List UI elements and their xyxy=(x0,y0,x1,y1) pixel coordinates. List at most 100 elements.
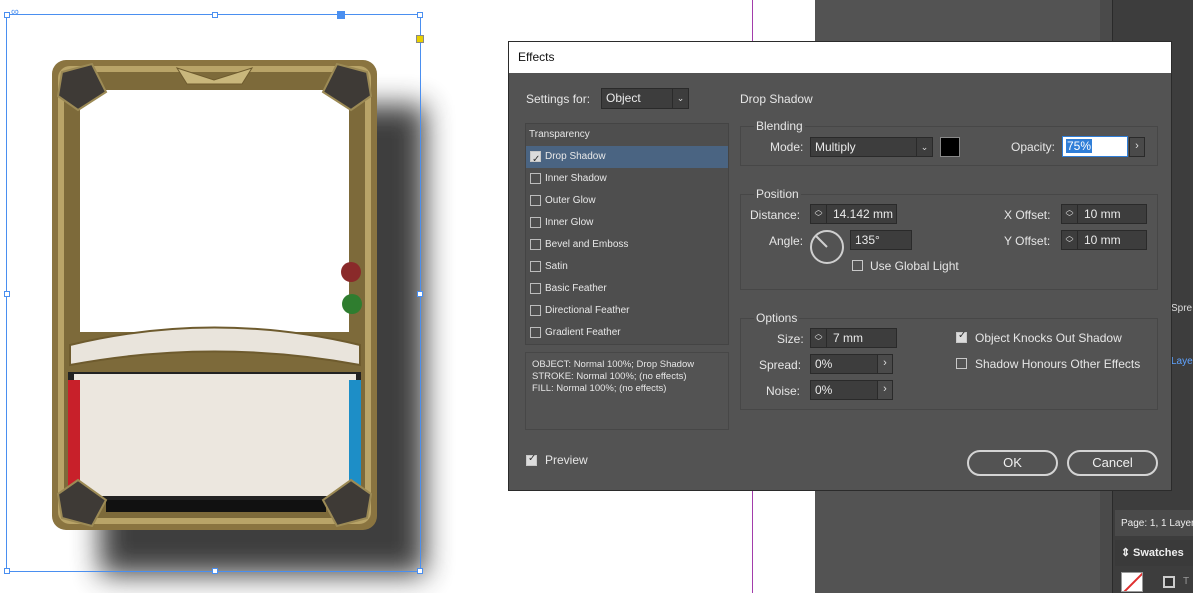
checkbox[interactable] xyxy=(530,239,541,250)
mode-value: Multiply xyxy=(815,140,856,154)
y-offset-label: Y Offset: xyxy=(1004,234,1051,248)
chevron-right-icon[interactable]: › xyxy=(1129,137,1145,157)
effect-item-inner-glow[interactable]: Inner Glow xyxy=(526,212,728,234)
page-info: Page: 1, 1 Layer xyxy=(1121,518,1193,529)
resize-handle-right[interactable] xyxy=(417,291,423,297)
distance-input[interactable]: ︿ ﹀ 14.142 mm xyxy=(810,204,897,224)
checkbox[interactable] xyxy=(530,195,541,206)
opacity-value: 75% xyxy=(1066,139,1093,153)
shadow-color-swatch[interactable] xyxy=(940,137,960,157)
chevron-right-icon[interactable]: › xyxy=(877,380,893,400)
effect-item-gradient-feather[interactable]: Gradient Feather xyxy=(526,322,728,344)
settings-for-dropdown[interactable]: Object ⌄ xyxy=(601,88,689,109)
transparency-item[interactable]: Transparency xyxy=(529,129,590,140)
checkbox[interactable] xyxy=(530,305,541,316)
angle-dial[interactable] xyxy=(809,229,845,265)
spinner-icon[interactable]: ︿ ﹀ xyxy=(1062,205,1078,223)
effect-item-satin[interactable]: Satin xyxy=(526,256,728,278)
resize-handle-bottom-left[interactable] xyxy=(4,568,10,574)
settings-for-label: Settings for: xyxy=(526,92,591,106)
layers-label[interactable]: Laye xyxy=(1171,356,1193,367)
checkbox[interactable] xyxy=(530,217,541,228)
x-offset-label: X Offset: xyxy=(1004,208,1051,222)
resize-handle-bottom[interactable] xyxy=(212,568,218,574)
effect-label: Basic Feather xyxy=(545,283,607,294)
mode-dropdown[interactable]: Multiply ⌄ xyxy=(810,137,933,157)
resize-handle-left[interactable] xyxy=(4,291,10,297)
angle-input[interactable]: 135° xyxy=(850,230,912,250)
spinner-icon[interactable]: ︿ ﹀ xyxy=(811,329,827,347)
checkbox[interactable] xyxy=(530,149,541,171)
chevron-right-icon[interactable]: › xyxy=(877,354,893,374)
checkbox[interactable] xyxy=(530,327,541,338)
effect-label: Outer Glow xyxy=(545,195,596,206)
effect-label: Directional Feather xyxy=(545,305,630,316)
content-grabber[interactable] xyxy=(337,11,345,19)
link-icon[interactable]: ∞ xyxy=(11,6,19,18)
effects-summary: OBJECT: Normal 100%; Drop Shadow STROKE:… xyxy=(525,352,729,430)
opacity-input[interactable]: 75% xyxy=(1062,136,1128,157)
resize-handle-top[interactable] xyxy=(212,12,218,18)
spinner-icon[interactable]: ︿ ﹀ xyxy=(1062,231,1078,249)
checkbox[interactable] xyxy=(530,283,541,294)
blending-title: Blending xyxy=(754,119,805,133)
cancel-button[interactable]: Cancel xyxy=(1067,450,1158,476)
effect-label: Drop Shadow xyxy=(545,151,606,162)
text-icon[interactable]: T xyxy=(1183,576,1189,587)
effect-label: Satin xyxy=(545,261,568,272)
effect-item-outer-glow[interactable]: Outer Glow xyxy=(526,190,728,212)
effect-item-basic-feather[interactable]: Basic Feather xyxy=(526,278,728,300)
size-label: Size: xyxy=(777,332,804,346)
resize-handle-top-right[interactable] xyxy=(417,12,423,18)
noise-value: 0% xyxy=(815,383,833,397)
dialog-title[interactable]: Effects xyxy=(509,42,1171,73)
stroke-fill-icon[interactable] xyxy=(1163,576,1175,588)
x-offset-input[interactable]: ︿ ﹀ 10 mm xyxy=(1061,204,1147,224)
preview-checkbox[interactable] xyxy=(526,453,537,466)
swatches-label: Swatches xyxy=(1133,547,1184,559)
noise-input[interactable]: 0% xyxy=(810,380,878,400)
chevron-down-icon: ⌄ xyxy=(672,89,688,108)
checkbox[interactable] xyxy=(530,261,541,272)
none-swatch-icon[interactable] xyxy=(1121,572,1143,592)
effect-item-directional-feather[interactable]: Directional Feather xyxy=(526,300,728,322)
effect-label: Inner Shadow xyxy=(545,173,607,184)
effect-label: Gradient Feather xyxy=(545,327,621,338)
corner-options-handle[interactable] xyxy=(416,35,424,43)
effect-label: Bevel and Emboss xyxy=(545,239,629,250)
chevron-down-icon: ⌄ xyxy=(916,138,932,156)
y-offset-input[interactable]: ︿ ﹀ 10 mm xyxy=(1061,230,1147,250)
summary-line: FILL: Normal 100%; (no effects) xyxy=(532,383,667,394)
resize-handle-top-left[interactable] xyxy=(4,12,10,18)
spread-value: 0% xyxy=(815,357,833,371)
page-info-bar: Page: 1, 1 Layer xyxy=(1115,510,1193,536)
swatches-tab[interactable]: ⇕ Swatches xyxy=(1115,540,1193,566)
checkbox[interactable] xyxy=(530,173,541,184)
effects-list: Transparency Drop Shadow Inner Shadow Ou… xyxy=(525,123,729,345)
effects-dialog: Effects Settings for: Object ⌄ Transpare… xyxy=(508,41,1172,491)
effect-item-bevel-and-emboss[interactable]: Bevel and Emboss xyxy=(526,234,728,256)
options-title: Options xyxy=(754,311,800,325)
honours-effects-label: Shadow Honours Other Effects xyxy=(975,357,1141,371)
resize-handle-bottom-right[interactable] xyxy=(417,568,423,574)
knocks-out-checkbox[interactable] xyxy=(956,330,967,343)
position-title: Position xyxy=(754,187,801,201)
summary-line: OBJECT: Normal 100%; Drop Shadow xyxy=(532,359,695,370)
spreads-label[interactable]: Spre xyxy=(1171,303,1192,314)
spinner-icon[interactable]: ︿ ﹀ xyxy=(811,205,827,223)
angle-value: 135° xyxy=(855,233,880,247)
honours-effects-checkbox[interactable] xyxy=(956,358,967,369)
distance-label: Distance: xyxy=(750,208,801,222)
use-global-light-label: Use Global Light xyxy=(870,259,959,273)
ok-button[interactable]: OK xyxy=(967,450,1058,476)
spread-label: Spread: xyxy=(759,358,802,372)
size-input[interactable]: ︿ ﹀ 7 mm xyxy=(810,328,897,348)
spread-input[interactable]: 0% xyxy=(810,354,878,374)
selection-frame[interactable]: ∞ xyxy=(4,6,424,574)
mode-label: Mode: xyxy=(770,140,804,154)
effect-item-inner-shadow[interactable]: Inner Shadow xyxy=(526,168,728,190)
summary-line: STROKE: Normal 100%; (no effects) xyxy=(532,371,687,382)
effect-item-drop-shadow[interactable]: Drop Shadow xyxy=(526,146,728,171)
effect-label: Inner Glow xyxy=(545,217,594,228)
use-global-light-checkbox[interactable] xyxy=(852,260,863,271)
